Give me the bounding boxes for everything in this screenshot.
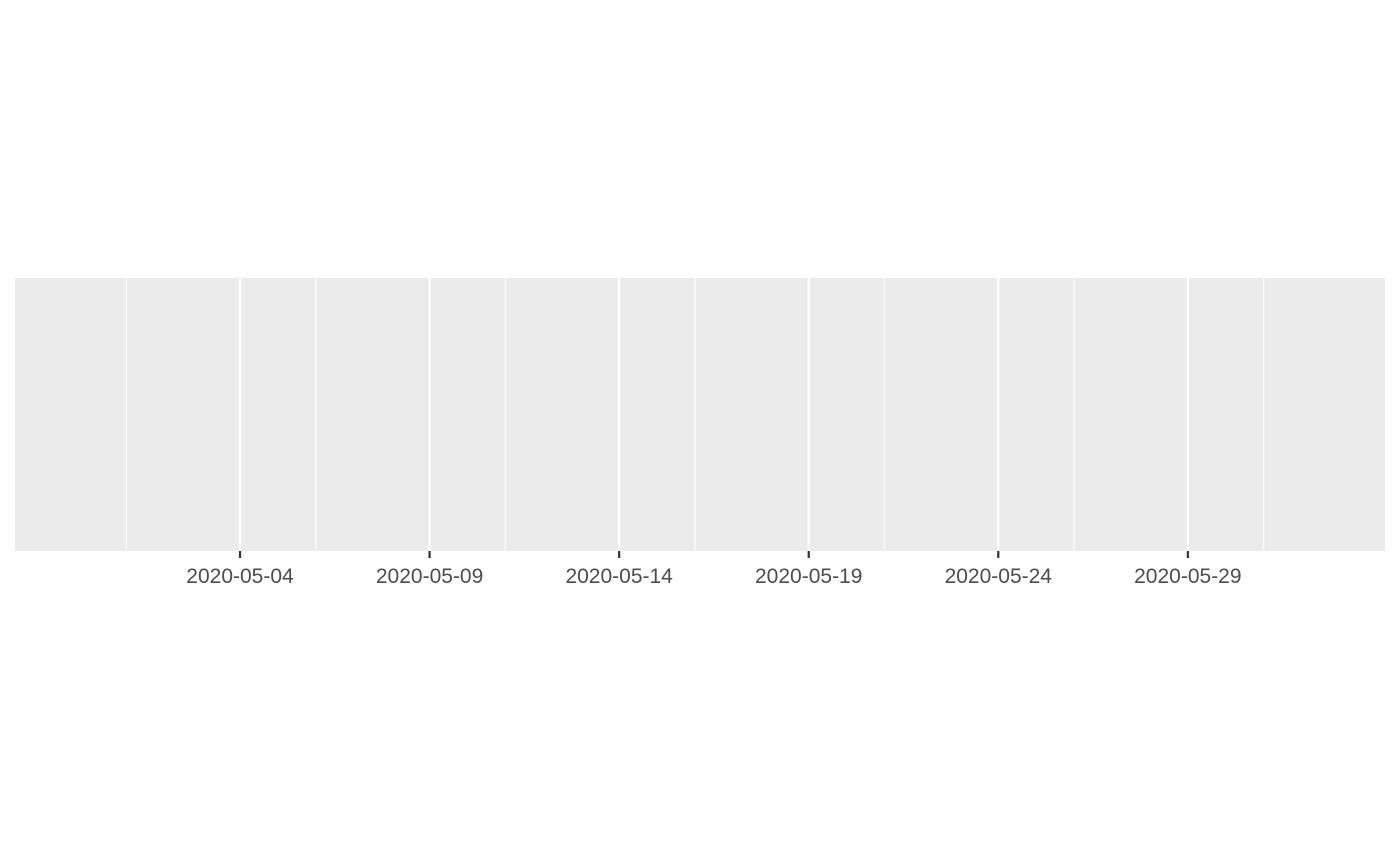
x-tick-label: 2020-05-14 [565, 565, 673, 588]
chart: 2020-05-04 2020-05-09 2020-05-14 2020-05-19… [15, 278, 1385, 588]
x-tick-label: 2020-05-09 [376, 565, 483, 588]
x-tick-label: 2020-05-04 [186, 565, 294, 588]
x-tick-label: 2020-05-19 [755, 565, 862, 588]
x-axis: 2020-05-04 2020-05-09 2020-05-14 2020-05-19… [186, 551, 1242, 588]
plot-panel [15, 278, 1385, 551]
x-tick-label: 2020-05-24 [945, 565, 1053, 588]
x-tick-label: 2020-05-29 [1134, 565, 1241, 588]
